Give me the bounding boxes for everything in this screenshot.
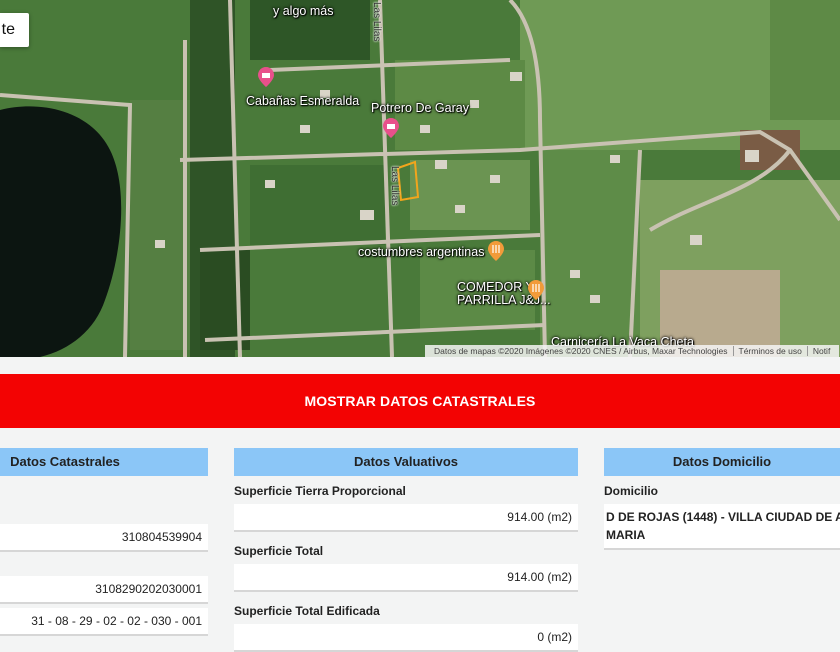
cadastral-value: 31 - 08 - 29 - 02 - 02 - 030 - 001 (0, 608, 208, 636)
show-cadastral-data-button[interactable]: MOSTRAR DATOS CATASTRALES (0, 374, 840, 428)
restaurant-pin-icon[interactable] (487, 240, 505, 262)
valuation-data-panel: Datos Valuativos Superficie Tierra Propo… (234, 448, 578, 652)
panel-title: Datos Domicilio (604, 448, 840, 476)
cadastral-value: 3108290202030001 (0, 576, 208, 604)
field-value: 914.00 (m2) (234, 504, 578, 532)
lodging-pin-icon[interactable] (382, 117, 400, 139)
cadastral-value: 310804539904 (0, 524, 208, 552)
field-value: 0 (m2) (234, 624, 578, 652)
map-data-credit: Datos de mapas ©2020 Imágenes ©2020 CNES… (434, 346, 728, 356)
restaurant-pin-icon[interactable] (527, 279, 545, 301)
field-label: Domicilio (604, 484, 659, 498)
lodging-pin-icon[interactable] (257, 66, 275, 88)
map-place-label[interactable]: Cabañas Esmeralda (246, 94, 359, 108)
map-type-toggle[interactable]: te (0, 13, 29, 47)
address-value: D DE ROJAS (1448) - VILLA CIUDAD DE AMER… (604, 504, 840, 550)
address-data-panel: Datos Domicilio Domicilio D DE ROJAS (14… (604, 448, 840, 550)
report-link[interactable]: Notif (806, 346, 836, 356)
map-toggle-label: te (1, 21, 15, 38)
field-label: Superficie Total Edificada (234, 604, 380, 618)
map-place-label[interactable]: Potrero De Garay (371, 101, 469, 115)
terms-link[interactable]: Términos de uso (732, 346, 807, 356)
panel-title: Datos Valuativos (234, 448, 578, 476)
field-label: Superficie Tierra Proporcional (234, 484, 406, 498)
map-place-label[interactable]: costumbres argentinas (358, 245, 484, 259)
panel-title: Datos Catastrales (0, 448, 208, 476)
field-label: Superficie Total (234, 544, 324, 558)
map-attribution: Datos de mapas ©2020 Imágenes ©2020 CNES… (425, 345, 840, 357)
satellite-imagery (0, 0, 840, 357)
street-label: Las Lilas (371, 2, 382, 42)
cadastral-data-panel: Datos Catastrales 310804539904 310829020… (0, 448, 208, 636)
map-place-label[interactable]: COMEDOR Y (457, 280, 534, 294)
street-label: Las Lilas (389, 166, 400, 206)
map-place-label: y algo más (273, 4, 334, 18)
satellite-map[interactable]: te y algo más Cabañas Esmeralda Potrero … (0, 0, 840, 357)
field-value: 914.00 (m2) (234, 564, 578, 592)
